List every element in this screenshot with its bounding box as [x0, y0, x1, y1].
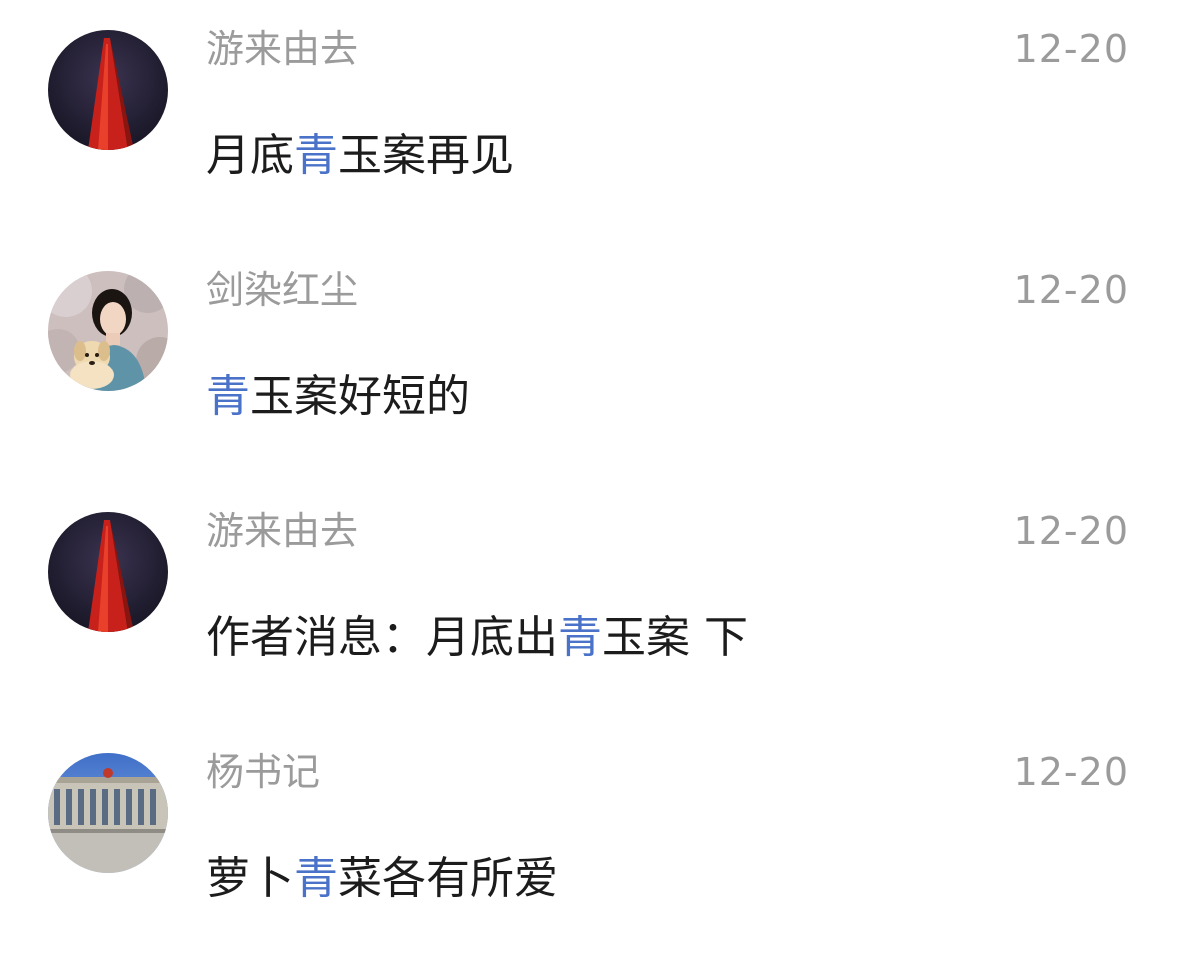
- user-avatar[interactable]: [48, 512, 168, 632]
- girl-with-puppy-avatar: [48, 271, 168, 391]
- comment-text-before: 月底: [206, 130, 294, 181]
- comment-date: 12-20: [1013, 27, 1129, 71]
- comment-text: 青玉案好短的: [206, 369, 470, 425]
- comment-text: 作者消息：月底出青玉案 下: [206, 610, 748, 666]
- comment-item: 游来由去 12-20 作者消息：月底出青玉案 下: [0, 482, 1179, 723]
- comment-text-before: 作者消息：月底出: [206, 612, 558, 663]
- user-avatar[interactable]: [48, 30, 168, 150]
- comment-text-before: 萝卜: [206, 853, 294, 904]
- username[interactable]: 游来由去: [206, 26, 358, 72]
- highlight-keyword[interactable]: 青: [294, 130, 338, 181]
- red-tower-night-avatar: [48, 30, 168, 150]
- comment-date: 12-20: [1013, 268, 1129, 312]
- comment-text-after: 玉案好短的: [250, 371, 470, 422]
- user-avatar[interactable]: [48, 271, 168, 391]
- comment-date: 12-20: [1013, 509, 1129, 553]
- red-tower-night-avatar: [48, 512, 168, 632]
- great-hall-building-avatar: [48, 753, 168, 873]
- highlight-keyword[interactable]: 青: [206, 371, 250, 422]
- comment-item: 剑染红尘 12-20 青玉案好短的: [0, 241, 1179, 482]
- username[interactable]: 游来由去: [206, 508, 358, 554]
- comment-text: 萝卜青菜各有所爱: [206, 851, 558, 907]
- comment-item: 游来由去 12-20 月底青玉案再见: [0, 0, 1179, 241]
- comment-item: 杨书记 12-20 萝卜青菜各有所爱: [0, 723, 1179, 964]
- username[interactable]: 杨书记: [206, 749, 320, 795]
- user-avatar[interactable]: [48, 753, 168, 873]
- comment-text-after: 菜各有所爱: [338, 853, 558, 904]
- comment-text-after: 玉案再见: [338, 130, 514, 181]
- username[interactable]: 剑染红尘: [206, 267, 358, 313]
- highlight-keyword[interactable]: 青: [558, 612, 602, 663]
- comment-date: 12-20: [1013, 750, 1129, 794]
- highlight-keyword[interactable]: 青: [294, 853, 338, 904]
- comment-text: 月底青玉案再见: [206, 128, 514, 184]
- comment-text-after: 玉案 下: [602, 612, 748, 663]
